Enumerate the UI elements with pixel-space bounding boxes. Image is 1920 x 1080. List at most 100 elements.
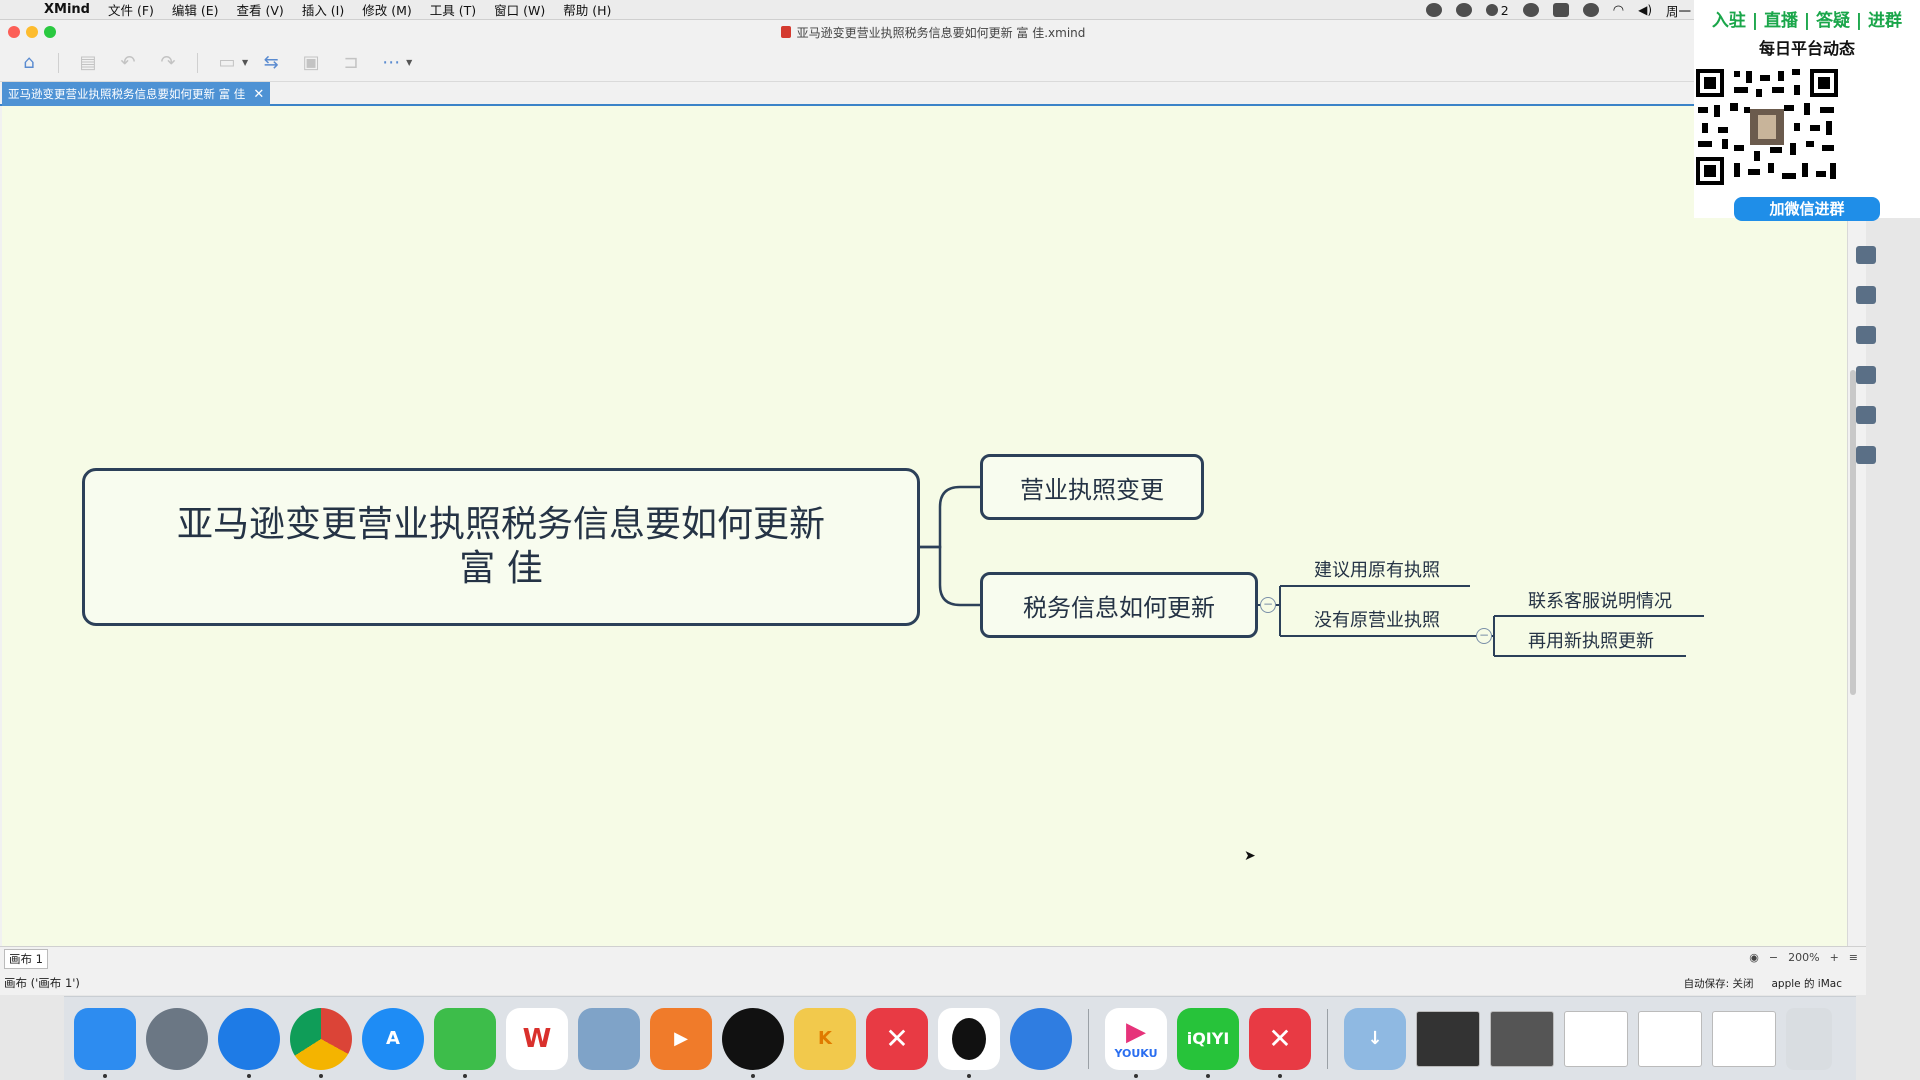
tray-app-icon[interactable]	[1425, 3, 1442, 17]
zoom-out-button[interactable]: −	[1769, 951, 1778, 964]
minimize-window-button[interactable]	[26, 26, 38, 38]
document-tab[interactable]: 亚马逊变更营业执照税务信息要如何更新 富 佳 ✕	[2, 82, 271, 106]
main-topic-license-change[interactable]: 营业执照变更	[980, 454, 1204, 520]
vpn-icon[interactable]	[1582, 3, 1599, 17]
central-topic-line1: 亚马逊变更营业执照税务信息要如何更新	[176, 504, 825, 545]
volume-icon[interactable]: ◀)	[1638, 3, 1652, 17]
wps-icon[interactable]: W	[506, 1007, 568, 1070]
right-sidebar	[1852, 230, 1880, 950]
recent-window-thumbnail[interactable]	[1712, 1010, 1776, 1067]
menu-modify[interactable]: 修改 (M)	[362, 0, 412, 19]
central-topic[interactable]: 亚马逊变更营业执照税务信息要如何更新 富 佳	[82, 468, 920, 626]
safari-icon[interactable]	[218, 1007, 280, 1078]
subtopic-no-original[interactable]: 没有原营业执照	[1314, 606, 1440, 632]
menu-edit[interactable]: 编辑 (E)	[172, 0, 219, 19]
wechat-icon[interactable]	[434, 1007, 496, 1078]
mouse-cursor: ➤	[1244, 848, 1256, 864]
toolbar: ⌂ ▤ ↶ ↷ ▭ ▼ ⇆ ▣ ⊐ ⋯ ▼ ▷ ●	[0, 44, 1866, 82]
launchpad-icon[interactable]	[146, 1007, 208, 1070]
menu-file[interactable]: 文件 (F)	[108, 0, 154, 19]
wechat-tray-icon[interactable]	[1455, 3, 1472, 17]
recent-window-thumbnail[interactable]	[1416, 1010, 1480, 1067]
notes-icon[interactable]	[1856, 366, 1876, 384]
main-topic-tax-update[interactable]: 税务信息如何更新	[980, 572, 1258, 638]
running-indicator	[319, 1073, 323, 1078]
collapse-branch-icon[interactable]: −	[1260, 597, 1276, 613]
menu-window[interactable]: 窗口 (W)	[494, 0, 545, 19]
recent-window-thumbnail[interactable]	[1564, 1010, 1628, 1067]
chevron-down-icon[interactable]: ▼	[242, 58, 248, 67]
close-window-button[interactable]	[8, 26, 20, 38]
eye-icon[interactable]: ◉	[1749, 951, 1759, 964]
comment-icon[interactable]	[1856, 406, 1876, 424]
sheet-tab[interactable]: 画布 1	[4, 949, 48, 969]
chrome-icon[interactable]	[290, 1007, 352, 1078]
menu-view[interactable]: 查看 (V)	[237, 0, 284, 19]
undo-icon[interactable]: ↶	[111, 49, 145, 77]
format-icon[interactable]	[1856, 326, 1876, 344]
kaola-icon[interactable]: K	[794, 1007, 856, 1070]
user-name: apple 的 iMac	[1771, 977, 1842, 990]
image-icon[interactable]	[1856, 246, 1876, 264]
iqiyi-label: iQIYI	[1186, 1029, 1230, 1048]
task-icon[interactable]	[1856, 446, 1876, 464]
wifi-icon[interactable]: ◠	[1613, 3, 1624, 18]
document-tab-label: 亚马逊变更营业执照税务信息要如何更新 富 佳	[8, 87, 246, 101]
downloads-folder-icon[interactable]: ↓	[1344, 1007, 1406, 1070]
menu-help[interactable]: 帮助 (H)	[563, 0, 611, 19]
qq-icon[interactable]	[938, 1007, 1000, 1078]
obs-icon[interactable]	[722, 1007, 784, 1078]
menu-icon[interactable]: ≡	[1849, 951, 1858, 964]
creative-cloud-icon[interactable]	[1522, 3, 1539, 17]
connector-central-main1	[920, 485, 980, 549]
save-icon[interactable]: ▤	[71, 49, 105, 77]
chevron-down-icon[interactable]: ▼	[406, 58, 412, 67]
close-tab-icon[interactable]: ✕	[253, 87, 264, 102]
boundary-icon[interactable]: ⊐	[334, 49, 368, 77]
summary-icon[interactable]: ▣	[294, 49, 328, 77]
insert-topic-icon[interactable]: ▭	[210, 49, 244, 77]
xmind-icon[interactable]: ✕	[866, 1007, 928, 1070]
running-indicator	[1278, 1073, 1282, 1078]
iqiyi-icon[interactable]: iQIYI	[1177, 1007, 1239, 1078]
recent-window-thumbnail[interactable]	[1490, 1010, 1554, 1067]
recent-window-thumbnail[interactable]	[1638, 1010, 1702, 1067]
zoom-in-button[interactable]: +	[1830, 951, 1839, 964]
youku-label: YOUKU	[1114, 1047, 1158, 1060]
central-topic-line2: 富 佳	[459, 548, 543, 589]
add-wechat-button[interactable]: 加微信进群	[1734, 197, 1880, 221]
preview-icon[interactable]	[578, 1007, 640, 1070]
flag-icon[interactable]	[1856, 286, 1876, 304]
xmind-window: 亚马逊变更营业执照税务信息要如何更新 富 佳.xmind ⌂ ▤ ↶ ↷ ▭ ▼…	[0, 20, 1876, 995]
youku-icon[interactable]: ▶ YOUKU	[1105, 1007, 1167, 1078]
qq-browser-icon[interactable]	[1010, 1007, 1072, 1070]
menu-insert[interactable]: 插入 (I)	[302, 0, 344, 19]
more-icon[interactable]: ⋯	[374, 49, 408, 77]
bell-icon	[1485, 4, 1498, 16]
collapse-branch-icon[interactable]: −	[1476, 628, 1492, 644]
app-menu[interactable]: XMind	[44, 2, 90, 17]
redo-icon[interactable]: ↷	[151, 49, 185, 77]
relationship-icon[interactable]: ⇆	[254, 49, 288, 77]
app-store-icon[interactable]: A	[362, 1007, 424, 1070]
status-tray: 2 ◠ ◀) 周一 下午	[1425, 0, 1720, 20]
vertical-scrollbar[interactable]	[1850, 370, 1856, 695]
home-icon[interactable]: ⌂	[12, 49, 46, 77]
status-sheet-label: 画布 ('画布 1')	[4, 976, 80, 990]
subtopic-contact-support[interactable]: 联系客服说明情况	[1528, 587, 1672, 613]
maximize-window-button[interactable]	[44, 26, 56, 38]
subtopic-use-original[interactable]: 建议用原有执照	[1314, 556, 1440, 582]
infuse-icon[interactable]: ▶	[650, 1007, 712, 1070]
trash-icon[interactable]	[1786, 1007, 1832, 1070]
autosave-status[interactable]: 自动保存: 关闭	[1684, 976, 1754, 991]
qr-code[interactable]	[1694, 67, 1840, 187]
xmind-zen-icon[interactable]: ✕	[1249, 1007, 1311, 1078]
display-icon[interactable]	[1552, 3, 1569, 17]
subtopic-update-new-license[interactable]: 再用新执照更新	[1528, 627, 1654, 653]
running-indicator	[751, 1073, 755, 1078]
mindmap-canvas[interactable]: 亚马逊变更营业执照税务信息要如何更新 富 佳 营业执照变更 税务信息如何更新 −…	[2, 106, 1848, 951]
menu-tools[interactable]: 工具 (T)	[430, 0, 476, 19]
notification-tray[interactable]: 2	[1485, 3, 1509, 18]
document-tab-bar: 亚马逊变更营业执照税务信息要如何更新 富 佳 ✕	[0, 82, 1866, 106]
finder-icon[interactable]	[74, 1007, 136, 1078]
